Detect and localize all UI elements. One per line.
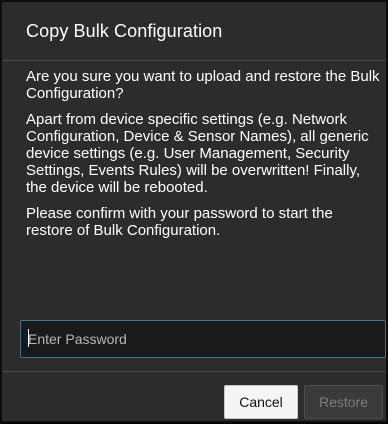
restore-button[interactable]: Restore [304,385,383,419]
password-instruction-text: Please confirm with your password to sta… [26,205,333,239]
dialog-footer: Cancel Restore [2,371,386,424]
text-cursor [28,329,29,347]
copy-bulk-configuration-dialog: Copy Bulk Configuration Are you sure you… [0,0,388,423]
dialog-header: Copy Bulk Configuration [2,2,386,61]
overwrite-warning-text: Apart from device specific settings (e.g… [26,111,369,196]
dialog-title: Copy Bulk Configuration [26,20,223,41]
dialog-body: Are you sure you want to upload and rest… [26,68,382,248]
password-input[interactable] [20,320,386,358]
cancel-button[interactable]: Cancel [224,385,298,419]
confirm-question-text: Are you sure you want to upload and rest… [26,68,380,102]
